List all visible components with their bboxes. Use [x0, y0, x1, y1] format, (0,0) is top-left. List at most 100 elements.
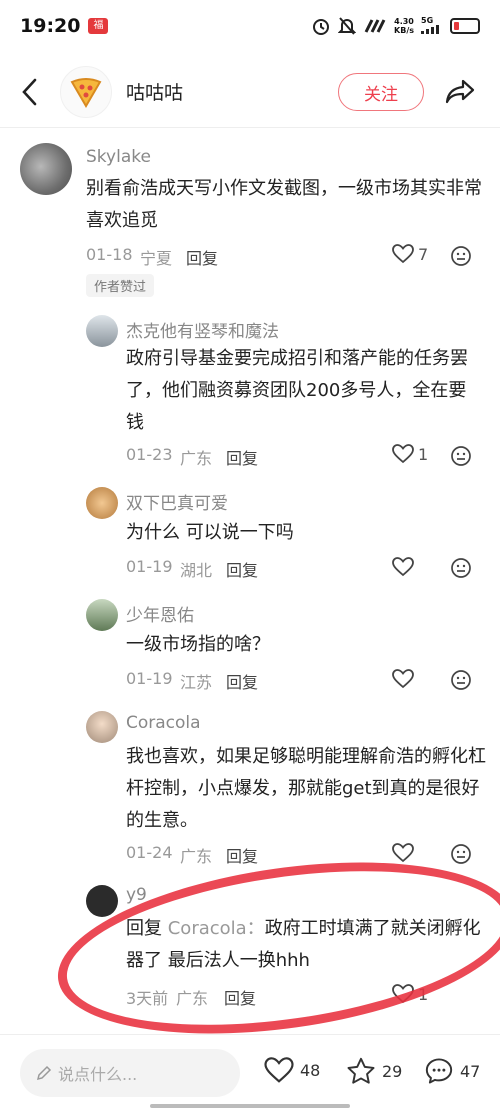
- reply-button[interactable]: 回复: [226, 669, 258, 693]
- commenter-avatar[interactable]: [86, 599, 118, 631]
- speed-unit: KB/s: [394, 26, 414, 35]
- star-icon: [347, 1057, 375, 1084]
- reply-to-user[interactable]: Coracola：: [168, 918, 265, 939]
- comment-input-placeholder: 说点什么...: [58, 1065, 138, 1084]
- reply-item: Coracola 我也喜欢，如果足够聪明能理解俞浩的孵化杠杆控制，小点爆发，那就…: [0, 709, 500, 873]
- like-count: 7: [418, 244, 429, 264]
- speed-value: 4.30: [394, 17, 414, 26]
- comment-region: 广东: [180, 847, 213, 866]
- reply-item: 双下巴真可爱 为什么 可以说一下吗 01-19 湖北 回复: [0, 485, 500, 591]
- pencil-icon: [36, 1065, 52, 1081]
- comment-input[interactable]: 说点什么...: [20, 1049, 240, 1097]
- signal-icon: [421, 25, 439, 34]
- commenter-avatar[interactable]: [86, 315, 118, 347]
- emoji-icon[interactable]: [450, 843, 472, 865]
- nfc-icon: [364, 19, 386, 33]
- pizza-icon: [70, 77, 102, 108]
- follow-button[interactable]: 关注: [338, 73, 424, 111]
- heart-icon: [392, 444, 414, 464]
- commenter-name[interactable]: Skylake: [86, 147, 151, 167]
- commenter-avatar[interactable]: [20, 143, 72, 195]
- like-button[interactable]: 1: [392, 444, 428, 464]
- author-avatar[interactable]: [60, 65, 112, 118]
- emoji-icon[interactable]: [450, 557, 472, 579]
- commenter-avatar[interactable]: [86, 487, 118, 519]
- commenter-name[interactable]: y9: [126, 885, 147, 905]
- reply-item: 杰克他有竖琴和魔法 政府引导基金要完成招引和落产能的任务罢了，他们融资募资团队2…: [0, 311, 500, 477]
- like-button[interactable]: 1: [392, 984, 428, 1004]
- emoji-icon[interactable]: [450, 245, 472, 267]
- comment-region: 广东: [176, 989, 209, 1008]
- comment-list: Skylake 别看俞浩成天写小作文发截图，一级市场其实非常喜欢追觅 01-18…: [0, 129, 500, 1034]
- like-count: 1: [418, 444, 429, 464]
- network-type: 5G: [421, 16, 434, 25]
- comment-date: 01-19: [126, 557, 173, 576]
- comment-date: 3天前: [126, 989, 169, 1008]
- commenter-name[interactable]: Coracola: [126, 713, 201, 733]
- comment-text[interactable]: 我也喜欢，如果足够聪明能理解俞浩的孵化杠杆控制，小点爆发，那就能get到真的是很…: [126, 741, 486, 837]
- network-speed: 4.30 KB/s: [394, 17, 414, 35]
- post-collect-count: 29: [382, 1061, 403, 1081]
- post-comment-count: 47: [460, 1061, 481, 1081]
- commenter-name[interactable]: 双下巴真可爱: [126, 489, 228, 514]
- comment-region: 湖北: [180, 561, 213, 580]
- status-icons: 4.30 KB/s 5G: [311, 16, 480, 36]
- author-name[interactable]: 咕咕咕: [126, 78, 183, 105]
- home-indicator[interactable]: [150, 1104, 350, 1108]
- emoji-icon[interactable]: [450, 445, 472, 467]
- heart-icon: [264, 1057, 294, 1083]
- alarm-icon: [313, 19, 330, 35]
- heart-icon: [392, 843, 414, 863]
- signal-strength: 5G: [421, 16, 443, 36]
- like-button[interactable]: [392, 843, 418, 863]
- post-collect-button[interactable]: 29: [346, 1057, 402, 1085]
- post-comment-button[interactable]: 47: [424, 1057, 480, 1085]
- commenter-name[interactable]: 少年恩佑: [126, 601, 194, 626]
- reply-item: y9 回复 Coracola：政府工时填满了就关闭孵化器了 最后法人一换hhh …: [0, 883, 500, 1033]
- comment-text[interactable]: 政府引导基金要完成招引和落产能的任务罢了，他们融资募资团队200多号人，全在要钱: [126, 343, 476, 439]
- emoji-icon[interactable]: [450, 669, 472, 691]
- back-button[interactable]: [0, 56, 60, 128]
- heart-icon: [392, 669, 414, 689]
- reply-item: 少年恩佑 一级市场指的啥？ 01-19 江苏 回复: [0, 597, 500, 703]
- share-button[interactable]: [440, 72, 480, 112]
- post-like-button[interactable]: 48: [264, 1057, 320, 1084]
- comment-region: 广东: [180, 449, 213, 468]
- comment-text[interactable]: 一级市场指的啥？: [126, 629, 476, 661]
- comment-date: 01-18: [86, 245, 133, 264]
- like-button[interactable]: [392, 557, 418, 577]
- heart-icon: [392, 557, 414, 577]
- comment-text[interactable]: 为什么 可以说一下吗: [126, 517, 476, 549]
- post-like-count: 48: [300, 1061, 321, 1080]
- bottom-action-bar: 说点什么... 48 29 47: [0, 1034, 500, 1111]
- commenter-avatar[interactable]: [86, 711, 118, 743]
- like-button[interactable]: [392, 669, 418, 689]
- status-time: 19:20: [20, 15, 81, 37]
- reply-button[interactable]: 回复: [226, 557, 258, 581]
- heart-icon: [392, 244, 414, 264]
- comment-text[interactable]: 别看俞浩成天写小作文发截图，一级市场其实非常喜欢追觅: [86, 173, 486, 237]
- comment-item: Skylake 别看俞浩成天写小作文发截图，一级市场其实非常喜欢追觅 01-18…: [0, 129, 500, 309]
- status-bar: 19:20 福 4.30 KB/s 5G: [0, 0, 500, 52]
- reply-button[interactable]: 回复: [224, 985, 256, 1009]
- heart-icon: [392, 984, 414, 1004]
- commenter-name[interactable]: 杰克他有竖琴和魔法: [126, 317, 279, 342]
- like-button[interactable]: 7: [392, 244, 428, 264]
- comment-region: 江苏: [180, 673, 213, 692]
- reply-button[interactable]: 回复: [226, 445, 258, 469]
- comment-text[interactable]: 回复 Coracola：政府工时填满了就关闭孵化器了 最后法人一换hhh: [126, 913, 486, 977]
- comment-bubble-icon: [425, 1058, 453, 1084]
- comment-region: 宁夏: [140, 249, 173, 268]
- comment-date: 01-23: [126, 445, 173, 464]
- author-liked-badge: 作者赞过: [86, 274, 155, 297]
- post-header: 咕咕咕 关注: [0, 56, 500, 128]
- reply-button[interactable]: 回复: [226, 843, 258, 867]
- comment-date: 01-19: [126, 669, 173, 688]
- mute-icon: [338, 17, 357, 35]
- reply-prefix: 回复: [126, 918, 162, 939]
- commenter-avatar[interactable]: [86, 885, 118, 917]
- like-count: 1: [418, 984, 429, 1004]
- app-notification-icon: 福: [88, 18, 109, 34]
- reply-button[interactable]: 回复: [186, 245, 218, 269]
- battery-icon: [450, 18, 480, 34]
